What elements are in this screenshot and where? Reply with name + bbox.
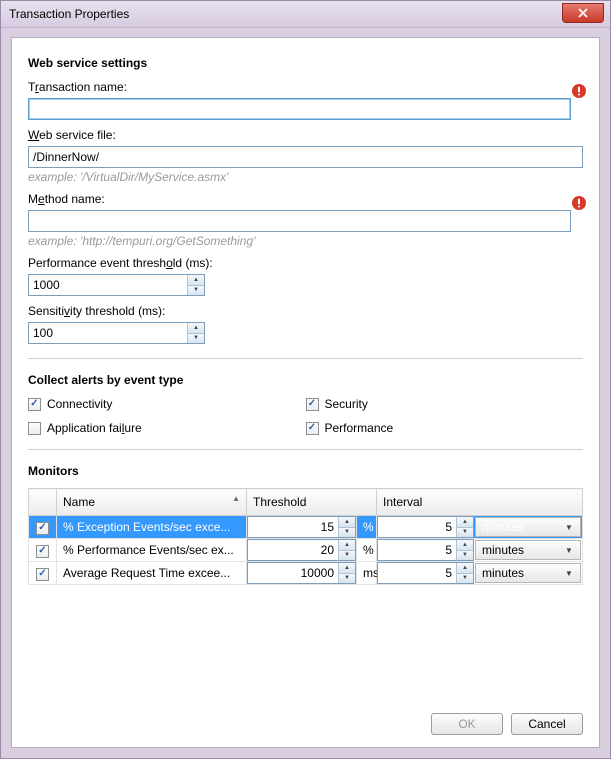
connectivity-label: Connectivity [47,397,112,411]
label-web-service-file: Web service file: [28,128,583,142]
close-button[interactable] [562,3,604,23]
method-name-input[interactable] [28,210,571,232]
chevron-down-icon: ▼ [562,566,576,580]
dialog-window: Transaction Properties Web service setti… [0,0,611,759]
security-checkbox[interactable] [306,398,319,411]
col-header-name[interactable]: Name▲ [57,489,247,516]
error-icon [571,195,587,211]
monitors-table: Name▲ Threshold Interval % Exception Eve… [28,488,583,585]
spin-down-icon[interactable]: ▼ [339,574,355,584]
section-collect-alerts: Collect alerts by event type [28,373,583,387]
perf-threshold-spinner[interactable]: ▲▼ [28,274,205,296]
close-icon [578,8,588,18]
interval-unit-value: minutes [482,520,524,534]
threshold-input[interactable] [248,563,338,583]
spin-up-icon[interactable]: ▲ [339,540,355,551]
threshold-spinner[interactable]: ▲▼ [247,516,356,538]
web-service-file-input[interactable] [28,146,583,168]
dialog-body: Web service settings Transaction name: W… [11,37,600,748]
table-row[interactable]: Average Request Time excee...▲▼ms▲▼minut… [29,562,583,585]
performance-checkbox[interactable] [306,422,319,435]
interval-unit-select[interactable]: minutes ▼ [475,540,581,560]
application-failure-label: Application failure [47,421,142,435]
monitor-row-checkbox[interactable] [36,545,49,558]
interval-spinner[interactable]: ▲▼ [377,562,474,584]
sort-asc-icon: ▲ [232,494,240,503]
threshold-spinner[interactable]: ▲▼ [247,562,356,584]
spin-up-icon[interactable]: ▲ [188,323,204,334]
chevron-down-icon: ▼ [562,543,576,557]
spin-down-icon[interactable]: ▼ [339,528,355,538]
label-method-name: Method name: [28,192,583,206]
col-header-interval[interactable]: Interval [377,489,583,516]
monitor-name: % Performance Events/sec ex... [57,543,246,557]
spin-down-icon[interactable]: ▼ [457,551,473,561]
window-title: Transaction Properties [9,7,129,21]
col-header-threshold[interactable]: Threshold [247,489,377,516]
label-perf-threshold: Performance event threshold (ms): [28,256,583,270]
interval-spinner[interactable]: ▲▼ [377,516,474,538]
transaction-name-input[interactable] [28,98,571,120]
spin-down-icon[interactable]: ▼ [188,286,204,296]
threshold-spinner[interactable]: ▲▼ [247,539,356,561]
interval-unit-value: minutes [482,543,524,557]
spin-up-icon[interactable]: ▲ [339,563,355,574]
application-failure-checkbox[interactable] [28,422,41,435]
connectivity-checkbox[interactable] [28,398,41,411]
interval-spinner[interactable]: ▲▼ [377,539,474,561]
monitor-row-checkbox[interactable] [36,522,49,535]
label-sensitivity: Sensitivity threshold (ms): [28,304,583,318]
table-row[interactable]: % Exception Events/sec exce...▲▼%▲▼minut… [29,516,583,539]
spin-down-icon[interactable]: ▼ [188,334,204,344]
spin-down-icon[interactable]: ▼ [457,528,473,538]
security-label: Security [325,397,368,411]
interval-input[interactable] [378,517,456,537]
perf-threshold-input[interactable] [29,275,187,295]
sensitivity-input[interactable] [29,323,187,343]
chevron-down-icon: ▼ [562,520,576,534]
ok-button[interactable]: OK [431,713,503,735]
section-monitors: Monitors [28,464,583,478]
monitor-row-checkbox[interactable] [36,568,49,581]
spin-up-icon[interactable]: ▲ [457,517,473,528]
threshold-input[interactable] [248,517,338,537]
spin-up-icon[interactable]: ▲ [339,517,355,528]
monitor-name: % Exception Events/sec exce... [57,520,246,534]
interval-unit-select[interactable]: minutes ▼ [475,517,581,537]
hint-method-name: example: 'http://tempuri.org/GetSomethin… [28,234,583,248]
spin-up-icon[interactable]: ▲ [188,275,204,286]
table-row[interactable]: % Performance Events/sec ex...▲▼%▲▼minut… [29,539,583,562]
col-header-check[interactable] [29,489,57,516]
interval-input[interactable] [378,540,456,560]
hint-web-service-file: example: '/VirtualDir/MyService.asmx' [28,170,583,184]
spin-down-icon[interactable]: ▼ [457,574,473,584]
divider [28,449,583,450]
label-transaction-name: Transaction name: [28,80,583,94]
spin-down-icon[interactable]: ▼ [339,551,355,561]
section-web-service: Web service settings [28,56,583,70]
cancel-button[interactable]: Cancel [511,713,583,735]
divider [28,358,583,359]
threshold-input[interactable] [248,540,338,560]
interval-input[interactable] [378,563,456,583]
performance-label: Performance [325,421,394,435]
error-icon [571,83,587,99]
interval-unit-value: minutes [482,566,524,580]
spin-up-icon[interactable]: ▲ [457,540,473,551]
monitor-name: Average Request Time excee... [57,566,246,580]
titlebar: Transaction Properties [1,1,610,28]
spin-up-icon[interactable]: ▲ [457,563,473,574]
sensitivity-spinner[interactable]: ▲▼ [28,322,205,344]
interval-unit-select[interactable]: minutes ▼ [475,563,581,583]
